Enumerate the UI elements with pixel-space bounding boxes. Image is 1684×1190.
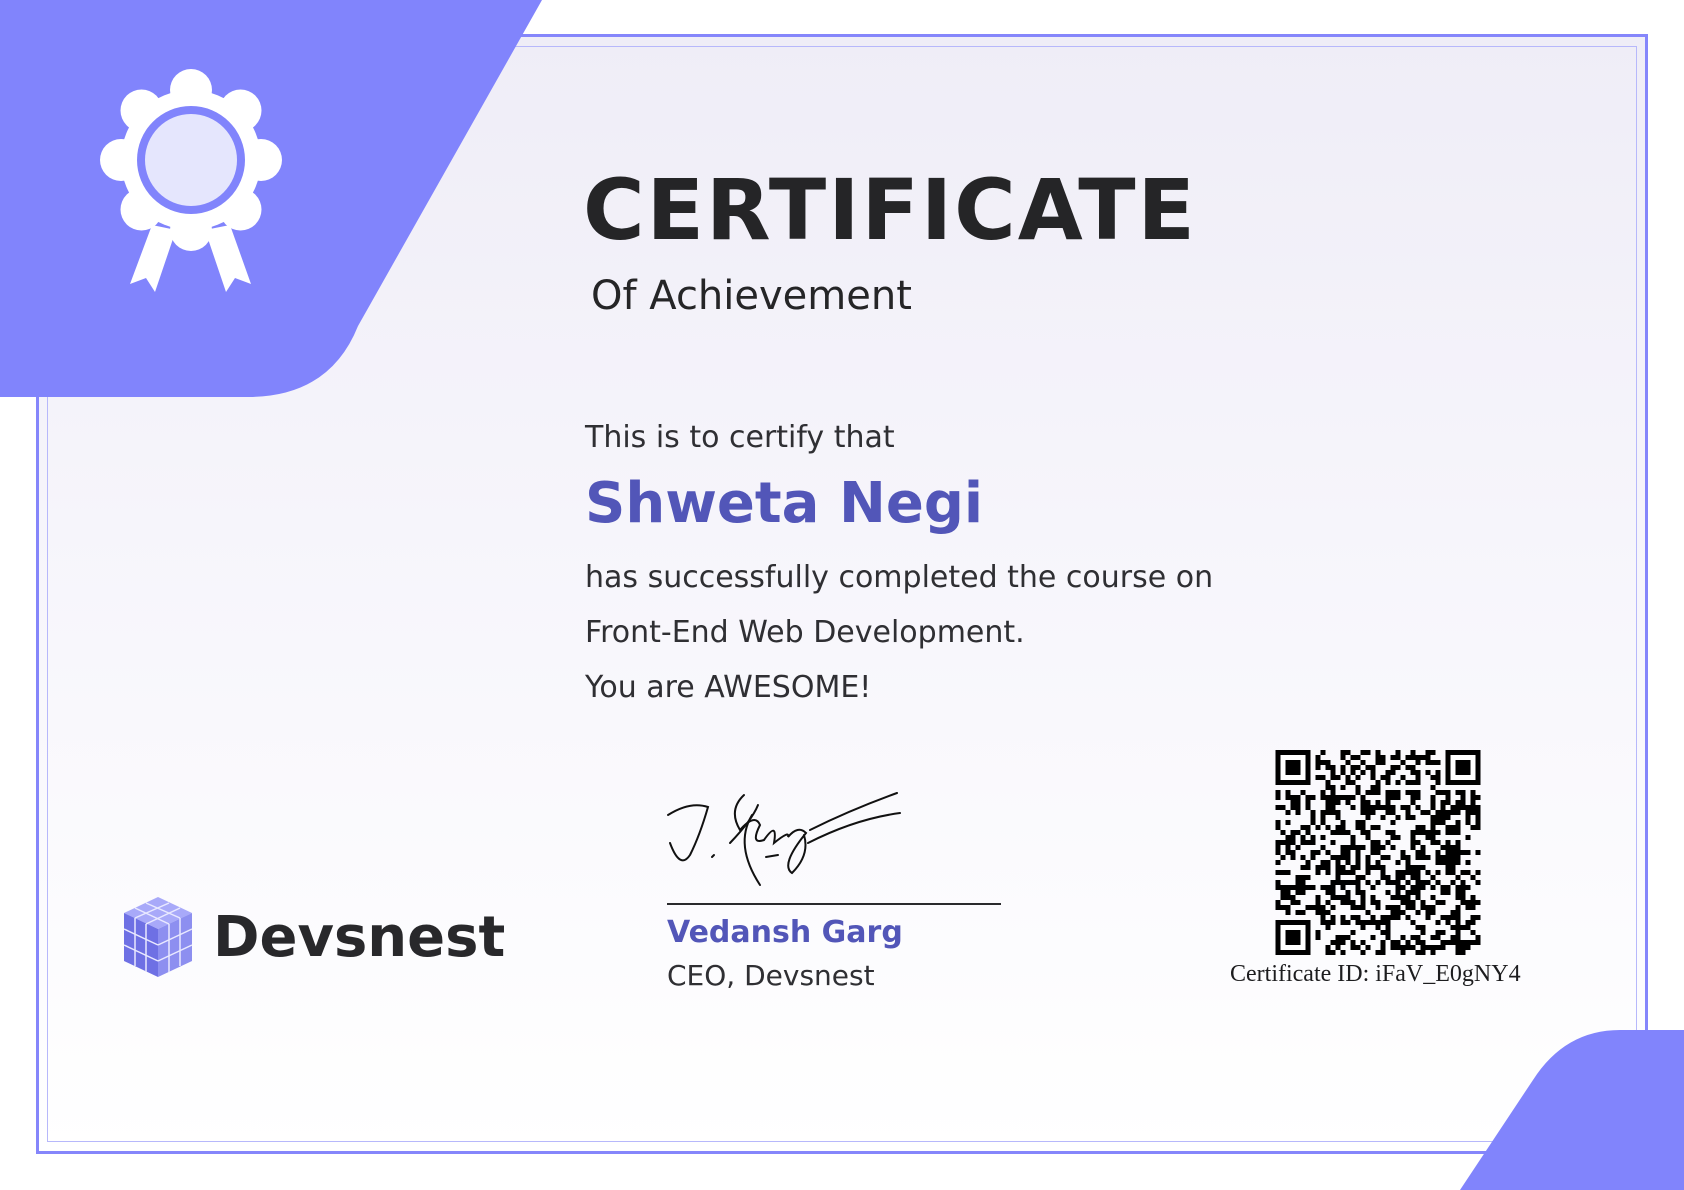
devsnest-wordmark: Devsnest xyxy=(213,905,506,970)
certificate-title: CERTIFICATE xyxy=(583,161,1197,259)
signature xyxy=(667,792,901,886)
completion-statement: has successfully completed the course on xyxy=(585,560,1214,595)
qr-code[interactable] xyxy=(1273,750,1483,955)
closing-line: You are AWESOME! xyxy=(585,670,872,705)
signatory-title: CEO, Devsnest xyxy=(667,959,875,992)
devsnest-cube-logo xyxy=(123,897,193,977)
recipient-name: Shweta Negi xyxy=(585,471,984,536)
signatory-name: Vedansh Garg xyxy=(667,915,903,950)
top-left-corner-decoration xyxy=(0,0,542,397)
certificate-subtitle: Of Achievement xyxy=(591,273,912,319)
certify-statement: This is to certify that xyxy=(585,420,895,455)
bottom-right-corner-decoration xyxy=(1460,1030,1684,1190)
course-name: Front-End Web Development. xyxy=(585,615,1025,650)
signature-line xyxy=(667,903,1001,905)
certificate-id: Certificate ID: iFaV_E0gNY4 xyxy=(1230,961,1521,987)
